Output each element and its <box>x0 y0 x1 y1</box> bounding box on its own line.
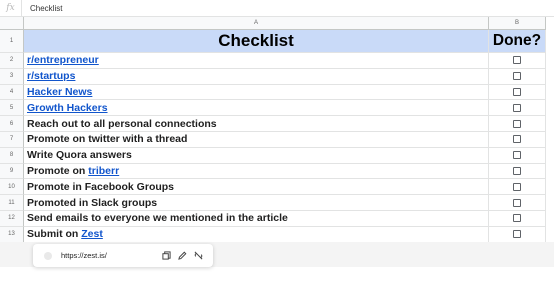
table-row: 4 Hacker News <box>0 84 546 101</box>
done-cell <box>489 179 546 196</box>
copy-icon[interactable] <box>159 249 173 263</box>
done-checkbox[interactable] <box>513 230 521 239</box>
row-number[interactable]: 9 <box>0 163 24 180</box>
formula-bar: fx Checklist <box>0 0 554 17</box>
task-cell[interactable]: Reach out to all personal connections <box>24 116 489 132</box>
favicon-icon <box>44 251 52 260</box>
done-checkbox[interactable] <box>513 182 521 191</box>
task-cell[interactable]: Promoted in Slack groups <box>24 195 489 211</box>
done-checkbox[interactable] <box>513 166 521 175</box>
task-text: Promoted in Slack groups <box>27 196 158 209</box>
table-row: 8 Write Quora answers <box>0 147 546 164</box>
task-text: Promote on <box>27 164 89 177</box>
done-cell <box>489 116 546 132</box>
task-cell[interactable]: Promote on twitter with a thread <box>24 132 489 148</box>
task-link[interactable]: Zest <box>81 228 103 240</box>
done-cell <box>489 53 546 69</box>
task-cell[interactable]: Write Quora answers <box>24 147 489 164</box>
row-number[interactable]: 12 <box>0 211 24 227</box>
fx-icon: fx <box>0 0 22 16</box>
edit-icon[interactable] <box>175 249 189 263</box>
done-cell <box>489 100 546 117</box>
row-number[interactable]: 5 <box>0 100 24 117</box>
done-checkbox[interactable] <box>513 214 521 223</box>
task-text: Promote in Facebook Groups <box>27 180 175 193</box>
task-cell[interactable]: Hacker News <box>24 84 489 101</box>
task-link[interactable]: triberr <box>88 165 119 177</box>
task-text: Reach out to all personal connections <box>27 117 217 130</box>
row-number[interactable]: 13 <box>0 226 24 243</box>
formula-input[interactable]: Checklist <box>22 4 62 13</box>
table-row: 12 Send emails to everyone we mentioned i… <box>0 211 546 227</box>
table-row: 3 r/startups <box>0 68 546 85</box>
title-cell-checklist[interactable]: Checklist <box>24 30 489 53</box>
task-cell[interactable]: Submit on Zest <box>24 226 489 243</box>
table-row: 9 Promote on triberr <box>0 163 546 180</box>
table-row: 11 Promoted in Slack groups <box>0 195 546 211</box>
row-number[interactable]: 11 <box>0 195 24 211</box>
popup-url-link[interactable]: https://zest.is/ <box>61 251 159 260</box>
row-number[interactable]: 4 <box>0 84 24 101</box>
row-number[interactable]: 7 <box>0 132 24 148</box>
select-all-corner[interactable] <box>0 17 24 30</box>
done-cell <box>489 226 546 243</box>
task-cell[interactable]: r/startups <box>24 68 489 85</box>
done-checkbox[interactable] <box>513 103 521 112</box>
table-row: 2 r/entrepreneur <box>0 53 546 69</box>
task-cell[interactable]: Promote in Facebook Groups <box>24 179 489 196</box>
link-preview-popup: https://zest.is/ <box>33 244 213 267</box>
done-checkbox[interactable] <box>513 198 521 207</box>
task-text: Submit on <box>27 228 82 241</box>
row-number[interactable]: 8 <box>0 147 24 164</box>
task-cell[interactable]: r/entrepreneur <box>24 53 489 69</box>
table-row: 6 Reach out to all personal connections <box>0 116 546 132</box>
table-row: 5 Growth Hackers <box>0 100 546 117</box>
done-cell <box>489 84 546 101</box>
unlink-icon[interactable] <box>191 249 205 263</box>
done-cell <box>489 195 546 211</box>
done-checkbox[interactable] <box>513 119 521 128</box>
column-header-a[interactable]: A <box>24 17 489 30</box>
done-cell <box>489 163 546 180</box>
task-link[interactable]: r/startups <box>27 70 75 82</box>
column-header-b[interactable]: B <box>489 17 546 30</box>
task-text: Send emails to everyone we mentioned in … <box>27 212 288 225</box>
title-cell-done[interactable]: Done? <box>489 30 546 53</box>
done-checkbox[interactable] <box>513 151 521 160</box>
task-text: Write Quora answers <box>27 149 132 162</box>
table-row: 10 Promote in Facebook Groups <box>0 179 546 196</box>
row-number[interactable]: 1 <box>0 30 24 53</box>
task-cell[interactable]: Promote on triberr <box>24 163 489 180</box>
done-cell <box>489 147 546 164</box>
done-cell <box>489 68 546 85</box>
done-checkbox[interactable] <box>513 56 521 65</box>
task-cell[interactable]: Send emails to everyone we mentioned in … <box>24 211 489 227</box>
done-cell <box>489 132 546 148</box>
row-number[interactable]: 6 <box>0 116 24 132</box>
task-link[interactable]: Hacker News <box>27 86 92 98</box>
done-checkbox[interactable] <box>513 135 521 144</box>
task-link[interactable]: Growth Hackers <box>27 102 108 114</box>
task-text: Promote on twitter with a thread <box>27 133 188 146</box>
title-row: 1 Checklist Done? <box>0 30 546 53</box>
done-checkbox[interactable] <box>513 72 521 81</box>
table-row: 7 Promote on twitter with a thread <box>0 132 546 148</box>
row-number[interactable]: 10 <box>0 179 24 196</box>
done-checkbox[interactable] <box>513 87 521 96</box>
task-cell[interactable]: Growth Hackers <box>24 100 489 117</box>
table-row: 13 Submit on Zest <box>0 226 546 243</box>
task-link[interactable]: r/entrepreneur <box>27 54 99 66</box>
column-header-row: A B <box>0 17 546 30</box>
done-cell <box>489 211 546 227</box>
row-number[interactable]: 2 <box>0 53 24 69</box>
row-number[interactable]: 3 <box>0 68 24 85</box>
